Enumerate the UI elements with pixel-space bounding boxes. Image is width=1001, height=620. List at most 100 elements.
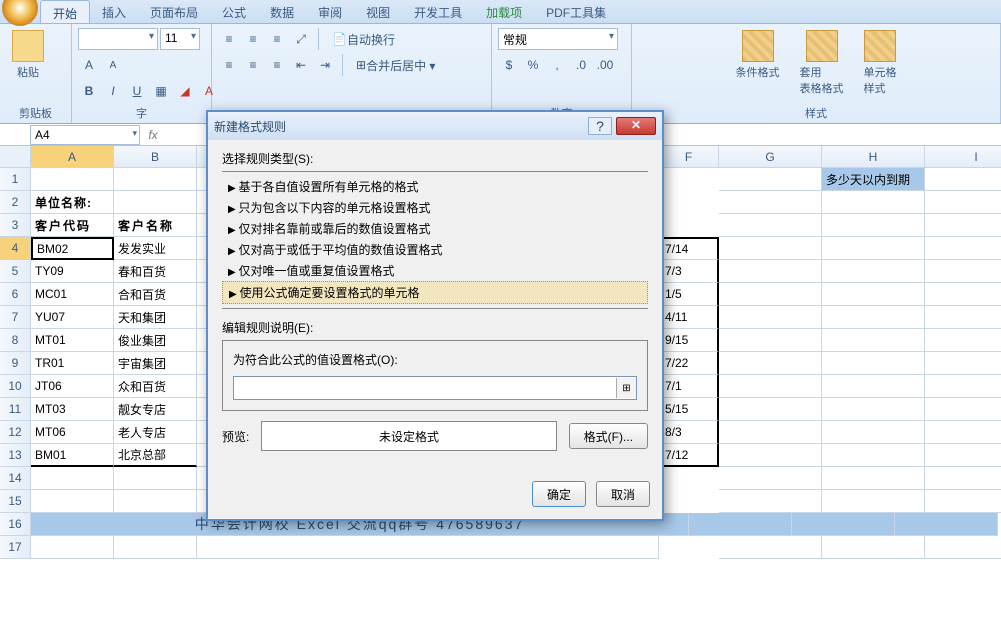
cell[interactable] bbox=[31, 168, 114, 191]
cell[interactable]: 宇宙集团 bbox=[114, 352, 197, 375]
select-all-corner[interactable] bbox=[0, 146, 31, 168]
format-button[interactable]: 格式(F)... bbox=[569, 423, 648, 449]
cell[interactable]: 8/3 bbox=[659, 421, 719, 444]
cell[interactable]: 4/11 bbox=[659, 306, 719, 329]
tab-dev[interactable]: 开发工具 bbox=[402, 0, 474, 23]
cell[interactable] bbox=[895, 513, 998, 536]
cell[interactable] bbox=[822, 191, 925, 214]
cell[interactable]: MT06 bbox=[31, 421, 114, 444]
comma-button[interactable]: , bbox=[546, 54, 568, 76]
cell[interactable] bbox=[925, 421, 1001, 444]
cell[interactable]: 单位名称: bbox=[31, 191, 114, 214]
cell[interactable] bbox=[31, 490, 114, 513]
cell[interactable] bbox=[925, 329, 1001, 352]
cell[interactable]: TY09 bbox=[31, 260, 114, 283]
cell[interactable]: 客户代码 bbox=[31, 214, 114, 237]
col-header-I[interactable]: I bbox=[925, 146, 1001, 168]
col-header-A[interactable]: A bbox=[31, 146, 114, 168]
cell[interactable] bbox=[719, 306, 822, 329]
cell[interactable] bbox=[114, 168, 197, 191]
cell[interactable] bbox=[822, 352, 925, 375]
cell[interactable]: 老人专店 bbox=[114, 421, 197, 444]
cell[interactable] bbox=[925, 444, 1001, 467]
cell[interactable] bbox=[31, 467, 114, 490]
cell[interactable]: YU07 bbox=[31, 306, 114, 329]
range-selector-button[interactable]: ⊞ bbox=[616, 378, 636, 398]
merge-button[interactable]: ⊞ 合并后居中 ▾ bbox=[349, 54, 442, 76]
cell[interactable] bbox=[925, 237, 1001, 260]
cell[interactable] bbox=[719, 283, 822, 306]
row-header[interactable]: 1 bbox=[0, 168, 31, 191]
tab-addin[interactable]: 加载项 bbox=[474, 0, 534, 23]
row-header[interactable]: 3 bbox=[0, 214, 31, 237]
cell[interactable]: 1/5 bbox=[659, 283, 719, 306]
row-header[interactable]: 11 bbox=[0, 398, 31, 421]
rule-type-item[interactable]: 仅对排名靠前或靠后的数值设置格式 bbox=[222, 218, 648, 239]
row-header[interactable]: 10 bbox=[0, 375, 31, 398]
cell[interactable] bbox=[719, 467, 822, 490]
row-header[interactable]: 9 bbox=[0, 352, 31, 375]
row-header[interactable]: 15 bbox=[0, 490, 31, 513]
cell[interactable] bbox=[114, 191, 197, 214]
cell[interactable] bbox=[822, 214, 925, 237]
cell[interactable] bbox=[719, 352, 822, 375]
font-shrink-button[interactable]: A bbox=[102, 54, 124, 76]
cell[interactable] bbox=[822, 398, 925, 421]
align-right[interactable]: ≡ bbox=[266, 54, 288, 76]
col-header-B[interactable]: B bbox=[114, 146, 197, 168]
cell[interactable]: MC01 bbox=[31, 283, 114, 306]
rule-type-item[interactable]: 仅对唯一值或重复值设置格式 bbox=[222, 260, 648, 281]
dialog-help-button[interactable]: ? bbox=[588, 117, 612, 135]
cell[interactable]: BM01 bbox=[31, 444, 114, 467]
cell[interactable] bbox=[822, 306, 925, 329]
cell[interactable] bbox=[925, 214, 1001, 237]
align-bot[interactable]: ≡ bbox=[266, 28, 288, 50]
align-top[interactable]: ≡ bbox=[218, 28, 240, 50]
row-header[interactable]: 12 bbox=[0, 421, 31, 444]
cell[interactable]: 客户名称 bbox=[114, 214, 197, 237]
cell[interactable] bbox=[719, 375, 822, 398]
row-header[interactable]: 8 bbox=[0, 329, 31, 352]
cell[interactable]: 春和百货 bbox=[114, 260, 197, 283]
rule-type-item[interactable]: 只为包含以下内容的单元格设置格式 bbox=[222, 197, 648, 218]
dec-decimal-button[interactable]: .00 bbox=[594, 54, 616, 76]
cell[interactable]: 9/15 bbox=[659, 329, 719, 352]
tab-insert[interactable]: 插入 bbox=[90, 0, 138, 23]
row-header[interactable]: 2 bbox=[0, 191, 31, 214]
cell[interactable]: JT06 bbox=[31, 375, 114, 398]
cell[interactable] bbox=[822, 237, 925, 260]
cell[interactable]: 7/3 bbox=[659, 260, 719, 283]
cell[interactable] bbox=[114, 490, 197, 513]
align-center[interactable]: ≡ bbox=[242, 54, 264, 76]
table-format-button[interactable]: 套用 表格格式 bbox=[794, 28, 850, 98]
border-button[interactable]: ▦ bbox=[150, 80, 172, 102]
col-header-G[interactable]: G bbox=[719, 146, 822, 168]
cell[interactable] bbox=[719, 398, 822, 421]
cell[interactable] bbox=[822, 467, 925, 490]
tab-review[interactable]: 审阅 bbox=[306, 0, 354, 23]
cell[interactable]: 发发实业 bbox=[114, 237, 197, 260]
tab-view[interactable]: 视图 bbox=[354, 0, 402, 23]
font-size-combo[interactable]: 11 bbox=[160, 28, 200, 50]
percent-button[interactable]: % bbox=[522, 54, 544, 76]
cell[interactable]: 靓女专店 bbox=[114, 398, 197, 421]
cell[interactable] bbox=[822, 283, 925, 306]
cell[interactable] bbox=[925, 375, 1001, 398]
cell[interactable]: 俊业集团 bbox=[114, 329, 197, 352]
cell[interactable] bbox=[925, 191, 1001, 214]
cell[interactable] bbox=[822, 260, 925, 283]
tab-pdf[interactable]: PDF工具集 bbox=[534, 0, 618, 23]
col-header-H[interactable]: H bbox=[822, 146, 925, 168]
cell[interactable] bbox=[689, 513, 792, 536]
cell[interactable]: TR01 bbox=[31, 352, 114, 375]
cell[interactable] bbox=[925, 352, 1001, 375]
dialog-titlebar[interactable]: 新建格式规则 ? ✕ bbox=[208, 112, 662, 140]
cell[interactable] bbox=[925, 283, 1001, 306]
italic-button[interactable]: I bbox=[102, 80, 124, 102]
ok-button[interactable]: 确定 bbox=[532, 481, 586, 507]
cell[interactable] bbox=[114, 467, 197, 490]
cell[interactable] bbox=[822, 375, 925, 398]
rule-type-item[interactable]: 仅对高于或低于平均值的数值设置格式 bbox=[222, 239, 648, 260]
cell[interactable] bbox=[719, 237, 822, 260]
cell[interactable]: 7/14 bbox=[659, 237, 719, 260]
